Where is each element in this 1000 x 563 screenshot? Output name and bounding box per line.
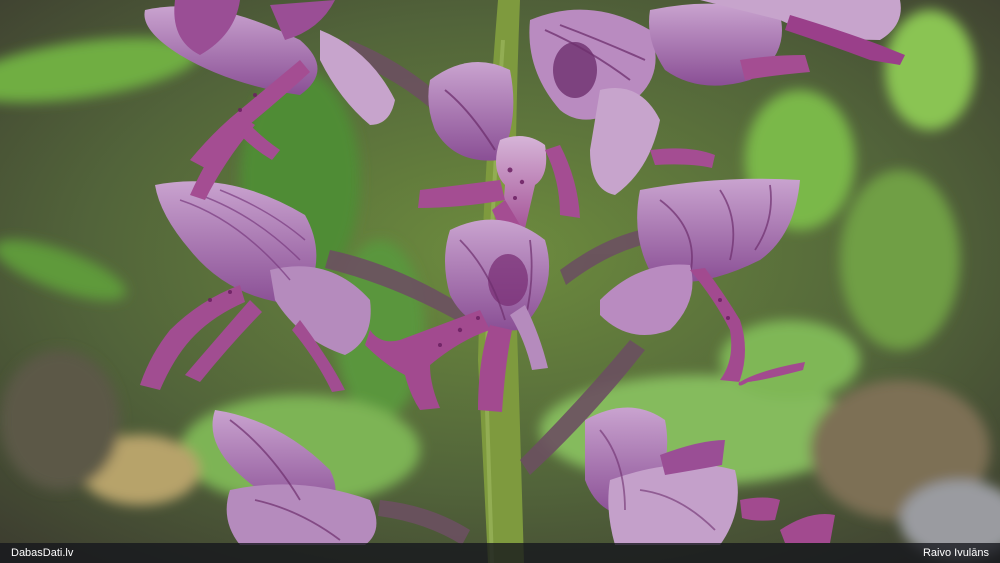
site-credit: DabasDati.lv [11,547,74,559]
orchid-photo [0,0,1000,563]
caption-bar: DabasDati.lv Raivo Ivulāns [0,543,1000,563]
author-credit: Raivo Ivulāns [922,547,989,559]
